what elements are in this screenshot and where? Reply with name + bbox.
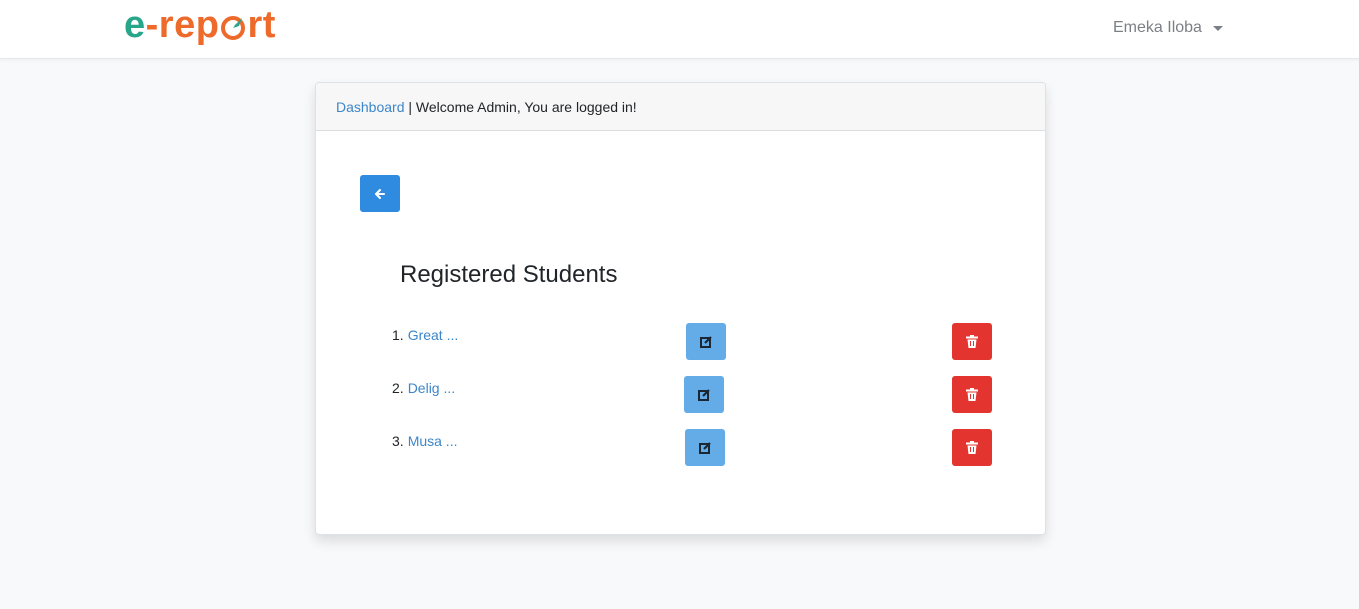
list-item: 1. Great ... bbox=[316, 323, 1045, 363]
welcome-message: Welcome Admin, You are logged in! bbox=[415, 99, 637, 115]
user-menu-dropdown[interactable]: Emeka Iloba bbox=[1113, 17, 1223, 39]
e-report-logo[interactable]: e -rep rt bbox=[124, 4, 276, 46]
top-navbar: e -rep rt Emeka Iloba bbox=[0, 0, 1359, 59]
breadcrumb-separator: | bbox=[404, 99, 416, 115]
edit-icon bbox=[700, 335, 712, 348]
user-name: Emeka Iloba bbox=[1113, 19, 1202, 36]
edit-student-button[interactable] bbox=[685, 429, 725, 466]
edit-student-button[interactable] bbox=[686, 323, 726, 360]
list-number: 3. bbox=[392, 433, 404, 449]
section-title: Registered Students bbox=[400, 261, 618, 288]
student-name-link[interactable]: Musa ... bbox=[408, 433, 458, 449]
arrow-left-icon bbox=[375, 188, 385, 199]
list-number: 1. bbox=[392, 327, 404, 343]
delete-student-button[interactable] bbox=[952, 323, 992, 360]
logo-text-dash-rep: -rep bbox=[145, 4, 220, 46]
list-item: 2. Delig ... bbox=[316, 376, 1045, 416]
student-entry: 2. Delig ... bbox=[392, 380, 455, 396]
trash-icon bbox=[966, 388, 978, 401]
delete-student-button[interactable] bbox=[952, 429, 992, 466]
dashboard-card: Dashboard | Welcome Admin, You are logge… bbox=[315, 82, 1046, 535]
trash-icon bbox=[966, 441, 978, 454]
student-entry: 3. Musa ... bbox=[392, 433, 457, 449]
trash-icon bbox=[966, 335, 978, 348]
student-name-link[interactable]: Great ... bbox=[408, 327, 459, 343]
back-button[interactable] bbox=[360, 175, 400, 212]
edit-student-button[interactable] bbox=[684, 376, 724, 413]
edit-icon bbox=[698, 388, 710, 401]
logo-text-rt: rt bbox=[247, 4, 276, 46]
student-entry: 1. Great ... bbox=[392, 327, 458, 343]
delete-student-button[interactable] bbox=[952, 376, 992, 413]
caret-down-icon bbox=[1212, 25, 1223, 31]
logo-text-e: e bbox=[124, 4, 146, 46]
dashboard-link[interactable]: Dashboard bbox=[336, 99, 405, 115]
list-number: 2. bbox=[392, 380, 404, 396]
list-item: 3. Musa ... bbox=[316, 429, 1045, 469]
card-header: Dashboard | Welcome Admin, You are logge… bbox=[316, 83, 1045, 131]
target-logo-icon bbox=[220, 15, 246, 41]
student-name-link[interactable]: Delig ... bbox=[408, 380, 455, 396]
edit-icon bbox=[699, 441, 711, 454]
